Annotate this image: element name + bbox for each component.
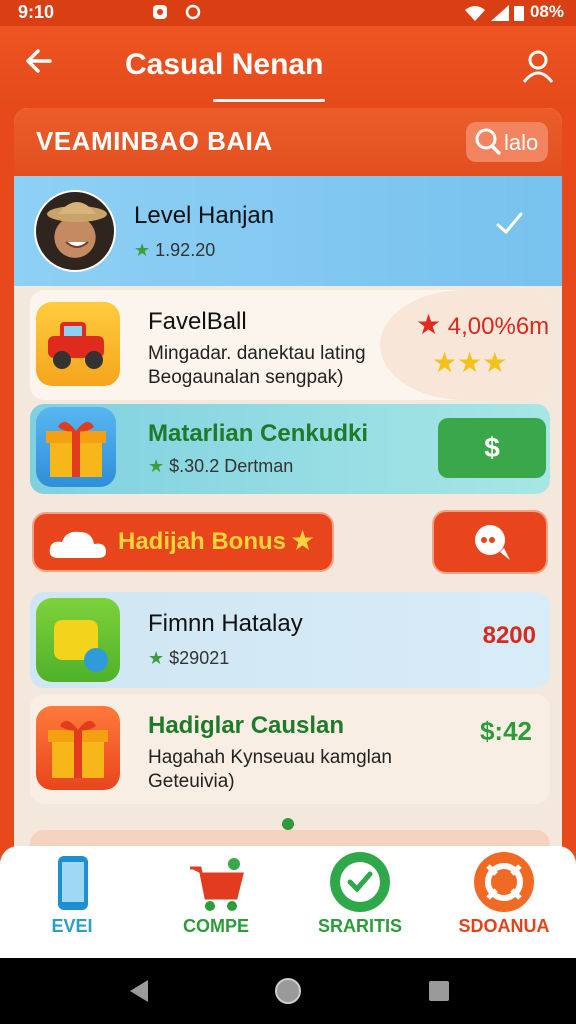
notification-icon	[153, 5, 167, 20]
battery-icon	[514, 5, 525, 21]
back-icon[interactable]	[126, 978, 150, 1004]
app-bar: Casual Nenan	[0, 26, 576, 106]
level-name: Level Hanjan	[134, 202, 275, 229]
panel-title: VEAMINBAO BAIA	[36, 126, 273, 156]
card-title: Hadiglar Causlan	[148, 712, 345, 739]
money-button[interactable]: $	[438, 418, 546, 478]
search-label: lalo	[504, 130, 539, 155]
search-icon	[475, 128, 501, 155]
card-title: FavelBall	[148, 308, 247, 335]
bonus-button[interactable]: Hadijah Bonus ★	[32, 512, 334, 572]
card-sub: ★ $.30.2 Dertman	[148, 456, 294, 476]
title-underline	[213, 99, 325, 102]
star-icon: ★	[134, 240, 151, 260]
bottom-nav: EVEI COMPE SRARITIS SDOANUA	[0, 846, 576, 958]
hat-icon	[47, 202, 107, 248]
cloud-icon	[49, 531, 106, 558]
level-score-line: ★ 1.92.20	[134, 240, 215, 261]
notification-icons	[150, 1, 203, 22]
cube-icon	[36, 598, 120, 682]
sync-icon	[185, 5, 201, 20]
star-icon: ★	[290, 525, 316, 556]
rating-stars: ★★★	[432, 346, 507, 379]
star-icon: ★	[432, 347, 458, 378]
list-item-matarlian[interactable]: Matarlian Cenkudki ★ $.30.2 Dertman $	[30, 404, 550, 494]
person-icon	[522, 50, 554, 83]
battery-percent: 08%	[529, 2, 564, 21]
gift-icon	[36, 407, 116, 487]
status-right: 08%	[464, 2, 564, 22]
reward-value: 4,00%6m	[447, 313, 550, 340]
nav-item-compe[interactable]: COMPE	[144, 846, 288, 958]
recents-icon[interactable]	[428, 980, 450, 1002]
car-icon	[36, 302, 120, 386]
nav-item-sraritis[interactable]: SRARITIS	[288, 846, 432, 958]
cart-icon	[190, 858, 244, 911]
app-title: Casual Nenan	[125, 48, 324, 81]
star-icon: ★	[482, 347, 508, 378]
card-sub: ★ $29021	[148, 648, 230, 668]
list-item-hadiglar[interactable]: Hadiglar Causlan Hagahah Kynseuau kamgla…	[30, 694, 550, 804]
nav-label: EVEI	[51, 916, 93, 936]
dollar-icon: $	[484, 432, 500, 463]
level-row[interactable]: Level Hanjan ★ 1.92.20	[14, 176, 562, 286]
system-nav-bar	[0, 958, 576, 1024]
bonus-label: Hadijah Bonus	[118, 528, 287, 555]
star-icon: ★	[457, 347, 483, 378]
phone-icon	[58, 856, 88, 910]
card-desc: Hagahah Kynseuau kamglan Geteuivia)	[148, 747, 393, 792]
level-score: 1.92.20	[155, 240, 216, 260]
panel-header: VEAMINBAO BAIA lalo	[14, 108, 562, 176]
nav-item-evei[interactable]: EVEI	[0, 846, 144, 958]
card-desc: Mingadar. danektau lating Beogaunalan se…	[148, 343, 366, 388]
reward-badge: ★ 4,00%6m ★★★	[380, 290, 550, 400]
star-icon: ★	[148, 456, 165, 476]
wifi-icon	[464, 5, 485, 21]
list-item-favelball[interactable]: FavelBall Mingadar. danektau lating Beog…	[30, 290, 550, 400]
arrow-left-icon	[26, 49, 52, 73]
lifebuoy-icon	[474, 852, 534, 912]
red-star-icon: ★	[416, 309, 442, 340]
card-title: Matarlian Cenkudki	[148, 420, 369, 447]
gift-icon	[36, 706, 120, 790]
chat-check-icon	[330, 852, 390, 912]
chat-button[interactable]	[432, 510, 548, 574]
card-value: $:42	[479, 716, 532, 746]
back-button[interactable]	[22, 44, 56, 87]
card-value: 8200	[482, 622, 536, 649]
status-bar: 9:10 08%	[0, 0, 576, 26]
main-panel: VEAMINBAO BAIA lalo Level Hanjan ★ 1.92.…	[14, 108, 562, 868]
status-time: 9:10	[18, 2, 55, 22]
home-icon[interactable]	[273, 976, 303, 1006]
nav-label: SDOANUA	[458, 916, 550, 936]
search-button[interactable]: lalo	[466, 122, 548, 162]
page-indicator-dot	[282, 818, 294, 830]
check-icon	[492, 206, 526, 249]
nav-label: COMPE	[182, 916, 249, 936]
nav-item-sdoanua[interactable]: SDOANUA	[432, 846, 576, 958]
star-icon: ★	[148, 648, 165, 668]
profile-button[interactable]	[518, 46, 558, 86]
card-title: Fimnn Hatalay	[148, 610, 303, 637]
chat-bubble-icon	[475, 525, 510, 560]
avatar	[34, 190, 116, 272]
signal-icon	[490, 4, 509, 21]
list-item-fimnn[interactable]: Fimnn Hatalay ★ $29021 8200	[30, 592, 550, 688]
nav-label: SRARITIS	[317, 916, 402, 936]
